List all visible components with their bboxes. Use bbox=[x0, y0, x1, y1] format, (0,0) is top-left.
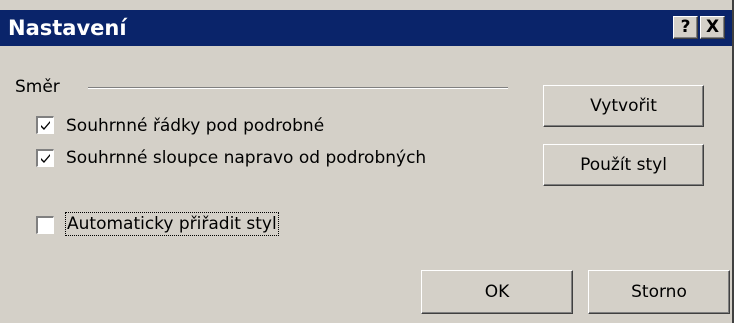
title-bar[interactable]: Nastavení ? X bbox=[0, 10, 732, 46]
settings-dialog: Nastavení ? X Směr Souhrnné řádky pod po… bbox=[0, 0, 734, 323]
ok-button[interactable]: OK bbox=[421, 270, 573, 314]
cols-right-checkbox[interactable] bbox=[36, 149, 54, 167]
auto-style-checkbox[interactable] bbox=[36, 216, 54, 234]
dialog-title: Nastavení bbox=[8, 16, 127, 40]
close-icon: X bbox=[705, 17, 720, 37]
cancel-button-label: Storno bbox=[631, 282, 687, 302]
auto-style-label[interactable]: Automaticky přiřadit styl bbox=[65, 212, 279, 236]
ok-button-label: OK bbox=[484, 282, 510, 302]
close-button[interactable]: X bbox=[700, 16, 725, 39]
cancel-button[interactable]: Storno bbox=[588, 270, 730, 314]
checkmark-icon bbox=[41, 121, 50, 130]
cols-right-label[interactable]: Souhrnné sloupce napravo od podrobných bbox=[66, 148, 426, 168]
group-label-direction: Směr bbox=[15, 77, 60, 97]
help-icon: ? bbox=[680, 17, 691, 37]
rows-below-label[interactable]: Souhrnné řádky pod podrobné bbox=[66, 116, 324, 136]
group-divider bbox=[88, 87, 508, 89]
apply-style-button-label: Použít styl bbox=[580, 155, 667, 175]
help-button[interactable]: ? bbox=[673, 16, 698, 39]
create-button-label: Vytvořit bbox=[590, 96, 657, 116]
rows-below-checkbox[interactable] bbox=[36, 116, 54, 134]
checkmark-icon bbox=[41, 154, 50, 163]
create-button[interactable]: Vytvořit bbox=[543, 85, 704, 127]
apply-style-button[interactable]: Použít styl bbox=[543, 144, 704, 186]
